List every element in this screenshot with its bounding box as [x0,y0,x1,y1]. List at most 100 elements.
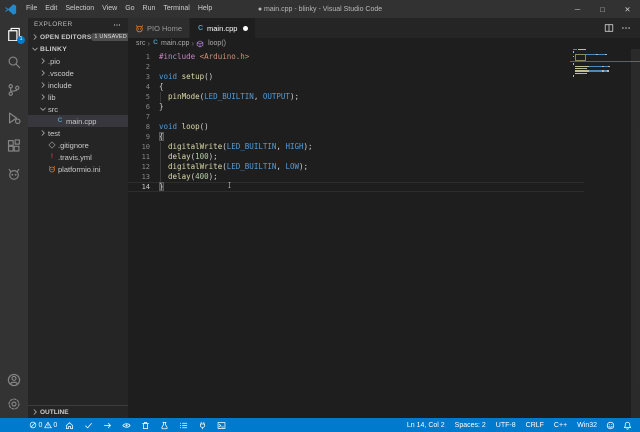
menu-bar: File Edit Selection View Go Run Terminal Help [22,0,216,18]
status-c[interactable]: C++ [549,422,572,429]
split-editor-button[interactable] [604,23,614,33]
tree-item-gitignore[interactable]: .gitignore [28,139,128,151]
outline-section[interactable]: OUTLINE [28,405,128,418]
code-line-3: 3 void setup() [128,72,584,82]
chevron-down-icon [31,45,39,53]
code-line-11: 11 delay(100); [128,152,584,162]
pio-remote-button[interactable] [117,421,136,430]
account-icon [7,373,21,387]
code-editor[interactable]: 1 #include <Arduino.h> 2 3 void setup() 4{5 p… [128,49,640,192]
line-number: 11 [141,153,150,161]
pio-build-button[interactable] [79,421,98,430]
editor-actions [604,18,640,38]
menu-view[interactable]: View [98,0,121,18]
tree-item-blinky[interactable]: BLINKY [28,43,128,55]
code-line-8: 8 void loop() [128,122,584,132]
more-actions-button[interactable] [621,23,631,33]
tab-main-cpp[interactable]: Cmain.cpp [190,18,257,38]
close-button[interactable]: ✕ [615,0,640,18]
sidebar-title: EXPLORER [34,21,73,28]
tasks-icon [179,421,188,430]
pio-new-terminal-button[interactable] [212,421,231,430]
line-number: 2 [145,63,150,71]
pio-project-tasks-button[interactable] [174,421,193,430]
activity-source-control[interactable] [0,76,28,104]
tree-item-src[interactable]: src [28,103,128,115]
breadcrumb-src[interactable]: src [136,40,145,47]
tree-item-include[interactable]: include [28,79,128,91]
chevron-right-icon [39,69,47,77]
pio-serial-monitor-button[interactable] [193,421,212,430]
activity-platformio[interactable] [0,160,28,188]
editor-content: 1 #include <Arduino.h> 2 3 void setup() 4{5 p… [128,49,640,418]
cpp-file-icon: C [57,116,63,124]
minimize-button[interactable]: ─ [565,0,590,18]
status-utf-8[interactable]: UTF-8 [491,422,521,429]
outline-label: OUTLINE [40,408,69,416]
tree-item-test[interactable]: test [28,127,128,139]
feedback-button[interactable] [606,421,615,430]
pio-test-button[interactable] [155,421,174,430]
menu-go[interactable]: Go [121,0,138,18]
code-line-13: 13 delay(400); [128,172,584,182]
pio-home-button[interactable] [60,421,79,430]
notifications-button[interactable] [623,421,632,430]
modified-dot [243,25,249,31]
line-number: 7 [145,113,150,121]
maximize-button[interactable]: □ [590,0,615,18]
code-line-14: 14} [128,182,584,192]
workbench: 1 EXPLORER OPEN EDITORS 1 UNSAVED BLINKY… [0,18,640,418]
title-bar: File Edit Selection View Go Run Terminal Help ●… [0,0,640,18]
tree-item-pio[interactable]: .pio [28,55,128,67]
menu-help[interactable]: Help [194,0,216,18]
line-number: 12 [141,163,150,171]
pio-clean-button[interactable] [136,421,155,430]
tree-item-travis-yml[interactable]: ! .travis.yml [28,151,128,163]
status-ln-14-col-2[interactable]: Ln 14, Col 2 [402,422,450,429]
menu-run[interactable]: Run [139,0,160,18]
status-win32[interactable]: Win32 [572,422,602,429]
line-number: 9 [145,133,150,141]
activity-settings[interactable] [0,392,28,416]
menu-selection[interactable]: Selection [61,0,98,18]
tree-item-platformio-ini[interactable]: platformio.ini [28,163,128,175]
pio-upload-button[interactable] [98,421,117,430]
tree-item-main-cpp[interactable]: Cmain.cpp [28,115,128,127]
tab-pio-home[interactable]: PIO Home [128,18,191,38]
activity-extensions[interactable] [0,132,28,160]
chevron-right-icon [31,33,39,41]
mouse-cursor [228,180,234,190]
debug-icon [7,111,21,125]
status-spaces-2[interactable]: Spaces: 2 [450,422,491,429]
chevron-down-icon [39,105,47,113]
breadcrumb-loop[interactable]: loop() [196,40,226,48]
activity-explorer[interactable]: 1 [0,20,28,48]
open-editors-section[interactable]: OPEN EDITORS 1 UNSAVED [28,31,128,43]
code-line-1: 1 #include <Arduino.h> [128,52,584,62]
explorer-more-actions-button[interactable] [112,21,122,29]
line-number: 6 [145,103,150,111]
open-editors-label: OPEN EDITORS [40,33,92,41]
plug-icon [198,421,207,430]
gitignore-file-icon [48,141,56,149]
menu-file[interactable]: File [22,0,41,18]
warning-icon [44,421,52,429]
activity-account[interactable] [0,368,28,392]
tree-item-vscode[interactable]: .vscode [28,67,128,79]
tree-item-lib[interactable]: lib [28,91,128,103]
menu-terminal[interactable]: Terminal [159,0,193,18]
activity-search[interactable] [0,48,28,76]
menu-edit[interactable]: Edit [41,0,61,18]
breadcrumb-main-cpp[interactable]: Cmain.cpp [152,40,189,47]
chevron-right-icon: › [191,38,195,48]
window-controls: ─ □ ✕ [565,0,640,18]
problems-button[interactable]: 00 [26,421,60,429]
line-number: 10 [141,143,150,151]
activity-run-debug[interactable] [0,104,28,132]
chevron-right-icon [39,57,47,65]
editor-scrollbar[interactable] [631,49,640,418]
error-icon [29,421,37,429]
code-line-10: 10 digitalWrite(LED_BUILTIN, HIGH); [128,142,584,152]
status-crlf[interactable]: CRLF [521,422,549,429]
explorer-sidebar: EXPLORER OPEN EDITORS 1 UNSAVED BLINKY .p… [28,18,128,418]
